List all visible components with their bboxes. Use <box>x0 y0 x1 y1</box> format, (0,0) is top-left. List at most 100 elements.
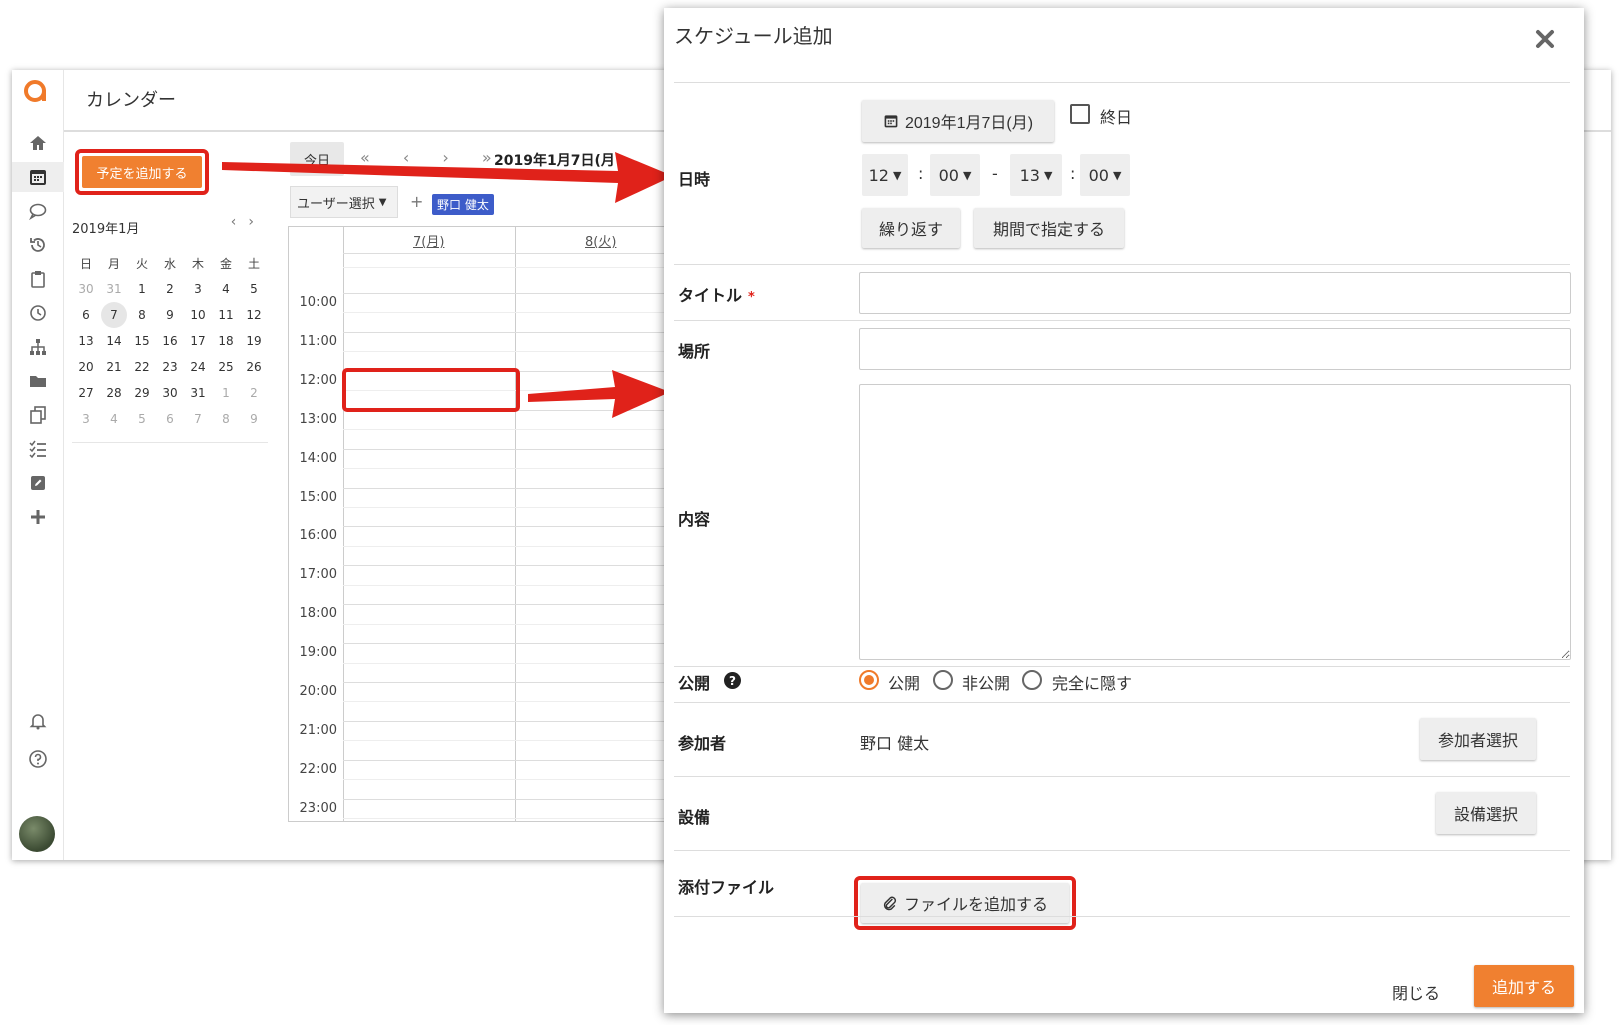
mini-calendar-day[interactable]: 21 <box>100 354 128 380</box>
mini-calendar-day[interactable]: 3 <box>72 406 100 432</box>
mini-calendar-day[interactable]: 7 <box>101 302 127 328</box>
mini-calendar-day[interactable]: 24 <box>184 354 212 380</box>
mini-calendar-day[interactable]: 7 <box>184 406 212 432</box>
mini-calendar-day[interactable]: 4 <box>212 276 240 302</box>
mini-calendar-day[interactable]: 9 <box>156 302 184 328</box>
mini-calendar-day[interactable]: 4 <box>100 406 128 432</box>
visibility-radio-hidden[interactable] <box>1022 670 1042 690</box>
title-input[interactable] <box>859 272 1571 314</box>
time-slot-highlight[interactable] <box>342 368 520 412</box>
mini-calendar-day[interactable]: 29 <box>128 380 156 406</box>
history-icon[interactable] <box>12 230 64 260</box>
mini-calendar-prev[interactable]: ‹ <box>231 214 249 230</box>
hour-line <box>343 643 687 645</box>
mini-calendar-day[interactable]: 10 <box>184 302 212 328</box>
mini-calendar-day[interactable]: 1 <box>128 276 156 302</box>
checklist-icon[interactable] <box>12 434 64 464</box>
copy-icon[interactable] <box>12 400 64 430</box>
time-range-dash: - <box>992 164 998 183</box>
mini-calendar-day[interactable]: 27 <box>72 380 100 406</box>
mini-calendar-day[interactable]: 17 <box>184 328 212 354</box>
user-tag[interactable]: 野口 健太 <box>432 194 494 215</box>
bell-icon[interactable] <box>12 706 64 736</box>
mini-calendar-day[interactable]: 15 <box>128 328 156 354</box>
add-event-button[interactable]: 予定を追加する <box>82 156 202 188</box>
mini-calendar-day[interactable]: 18 <box>212 328 240 354</box>
time-colon: : <box>1070 164 1076 183</box>
mini-calendar-day[interactable]: 11 <box>212 302 240 328</box>
mini-calendar-day[interactable]: 8 <box>212 406 240 432</box>
participants-select-button[interactable]: 参加者選択 <box>1420 718 1536 760</box>
mini-calendar-day[interactable]: 8 <box>128 302 156 328</box>
mini-calendar-day[interactable]: 13 <box>72 328 100 354</box>
repeat-button[interactable]: 繰り返す <box>862 208 960 248</box>
day-column-header[interactable]: 7(月) <box>413 231 444 250</box>
mini-calendar-day[interactable]: 3 <box>184 276 212 302</box>
week-nav-arrows[interactable]: « ‹ › » <box>360 148 506 167</box>
mini-calendar-day[interactable]: 6 <box>156 406 184 432</box>
help-icon[interactable]: ? <box>724 672 741 689</box>
visibility-radio-public[interactable] <box>859 670 879 690</box>
mini-calendar-day[interactable]: 14 <box>100 328 128 354</box>
add-file-button[interactable]: ファイルを追加する <box>861 883 1069 923</box>
place-input[interactable] <box>859 328 1571 370</box>
edit-icon[interactable] <box>12 468 64 498</box>
add-user-icon[interactable]: + <box>410 192 423 211</box>
grid-line <box>343 253 687 254</box>
today-button[interactable]: 今日 <box>290 142 344 176</box>
help-icon[interactable] <box>12 744 64 774</box>
content-textarea[interactable] <box>859 384 1571 660</box>
end-hour-select[interactable]: 13 ▼ <box>1010 154 1062 196</box>
day-column-header[interactable]: 8(火) <box>585 231 616 250</box>
mini-calendar-day[interactable]: 31 <box>100 276 128 302</box>
mini-calendar-day[interactable]: 23 <box>156 354 184 380</box>
chat-icon[interactable] <box>12 196 64 226</box>
sidebar <box>12 70 64 860</box>
start-hour-select[interactable]: 12 ▼ <box>862 154 908 196</box>
mini-calendar-day[interactable]: 1 <box>212 380 240 406</box>
mini-calendar-day[interactable]: 25 <box>212 354 240 380</box>
time-label: 18:00 <box>299 606 337 622</box>
date-picker-button[interactable]: 2019年1月7日(月) <box>862 100 1054 142</box>
home-icon[interactable] <box>12 128 64 158</box>
user-select-dropdown[interactable]: ユーザー選択 ▼ <box>290 186 398 218</box>
folder-icon[interactable] <box>12 366 64 396</box>
mini-calendar-day[interactable]: 5 <box>128 406 156 432</box>
mini-calendar-day[interactable]: 30 <box>156 380 184 406</box>
close-button[interactable]: 閉じる <box>1392 980 1440 1004</box>
mini-calendar-day[interactable]: 16 <box>156 328 184 354</box>
half-hour-line <box>343 312 687 314</box>
mini-calendar-next[interactable]: › <box>248 214 266 230</box>
mini-calendar-day[interactable]: 30 <box>72 276 100 302</box>
mini-calendar-day[interactable]: 28 <box>100 380 128 406</box>
mini-calendar-day[interactable]: 31 <box>184 380 212 406</box>
mini-calendar-day[interactable]: 2 <box>156 276 184 302</box>
visibility-radio-private[interactable] <box>933 670 953 690</box>
clock-icon[interactable] <box>12 298 64 328</box>
plus-icon[interactable] <box>12 502 64 532</box>
mini-calendar-day[interactable]: 12 <box>240 302 268 328</box>
period-button[interactable]: 期間で指定する <box>974 208 1124 248</box>
clipboard-icon[interactable] <box>12 264 64 294</box>
org-chart-icon[interactable] <box>12 332 64 362</box>
mini-calendar-day[interactable]: 6 <box>72 302 100 328</box>
mini-calendar-day[interactable]: 19 <box>240 328 268 354</box>
start-minute-select[interactable]: 00 ▼ <box>930 154 980 196</box>
mini-calendar-day[interactable]: 9 <box>240 406 268 432</box>
end-minute-select[interactable]: 00 ▼ <box>1080 154 1130 196</box>
mini-calendar-day[interactable]: 22 <box>128 354 156 380</box>
mini-calendar-nav: ‹› <box>231 214 266 230</box>
title-label: タイトル * <box>678 282 755 306</box>
mini-calendar-day[interactable]: 2 <box>240 380 268 406</box>
equipment-select-button[interactable]: 設備選択 <box>1436 792 1536 834</box>
mini-calendar-day[interactable]: 5 <box>240 276 268 302</box>
all-day-checkbox[interactable] <box>1070 104 1090 124</box>
app-logo[interactable] <box>23 78 49 104</box>
mini-calendar-day[interactable]: 20 <box>72 354 100 380</box>
submit-button[interactable]: 追加する <box>1474 965 1574 1007</box>
avatar[interactable] <box>19 816 55 852</box>
close-icon[interactable] <box>1534 28 1556 50</box>
mini-calendar-day[interactable]: 26 <box>240 354 268 380</box>
calendar-icon[interactable] <box>12 162 64 192</box>
divider <box>674 850 1570 851</box>
